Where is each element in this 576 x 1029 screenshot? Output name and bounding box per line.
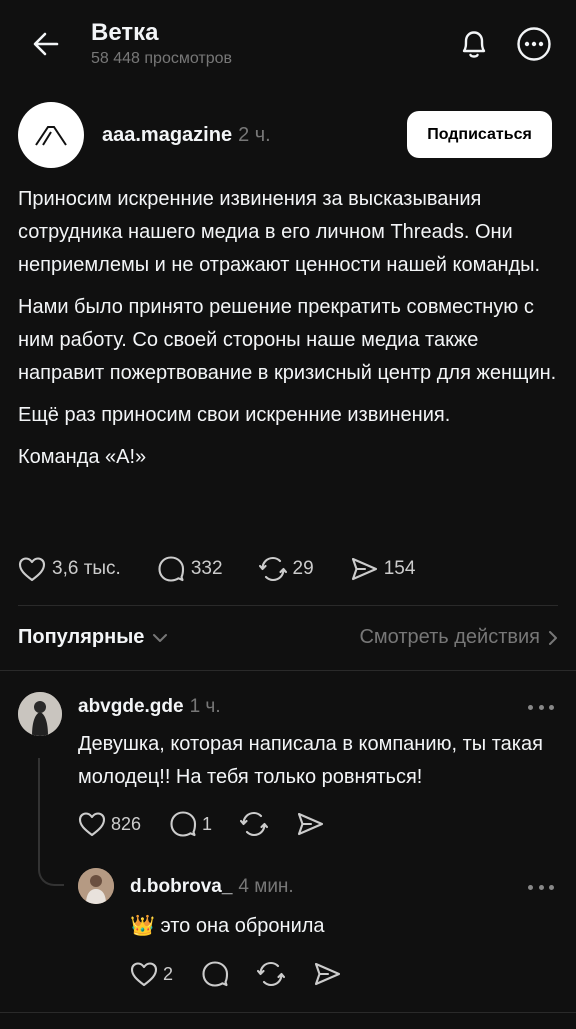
view-activity-link[interactable]: Смотреть действия <box>359 626 558 649</box>
more-circle-icon <box>517 27 551 61</box>
avatar-photo-icon <box>78 868 114 904</box>
comment-text: 👑 это она обронила <box>130 910 550 943</box>
comment-more-button[interactable] <box>528 882 554 892</box>
send-icon <box>314 962 341 986</box>
comment-actions: 826 1 <box>78 810 352 838</box>
share-count: 154 <box>383 558 416 579</box>
heart-icon <box>78 812 106 837</box>
more-options-button[interactable] <box>514 24 554 64</box>
share-button[interactable] <box>313 961 341 987</box>
comment-text: Девушка, которая написала в компанию, ты… <box>78 733 543 788</box>
magazine-logo-icon <box>35 126 67 146</box>
repost-icon <box>240 811 269 837</box>
top-bar: Ветка 58 448 просмотров <box>0 0 576 88</box>
repost-button[interactable] <box>257 960 286 988</box>
commenter-avatar[interactable] <box>78 868 114 904</box>
sort-row: Популярные Смотреть действия <box>18 626 558 649</box>
post-actions: 3,6 тыс. 332 29 154 <box>18 552 451 586</box>
commenter-avatar[interactable] <box>18 692 62 736</box>
like-count: 2 <box>163 963 174 984</box>
sort-label: Популярные <box>18 626 145 648</box>
share-button[interactable]: 154 <box>350 556 416 582</box>
views-count: 58 448 просмотров <box>91 50 233 67</box>
send-icon <box>298 812 324 836</box>
follow-button[interactable]: Подписаться <box>407 111 552 158</box>
repost-icon <box>258 556 287 582</box>
arrow-left-icon <box>33 32 59 56</box>
like-count: 826 <box>111 813 142 834</box>
post-paragraph: Нами было принято решение прекратить сов… <box>18 296 557 384</box>
like-count: 3,6 тыс. <box>52 558 121 579</box>
post-paragraph: Команда «А!» <box>18 446 147 468</box>
comment-author-line: abvgde.gde 1 ч. <box>78 696 221 718</box>
comment-time: 1 ч. <box>189 696 221 717</box>
author-avatar[interactable] <box>18 102 84 168</box>
divider <box>0 1012 576 1013</box>
comment-bubble-icon <box>202 961 229 987</box>
chevron-right-icon <box>549 630 557 645</box>
comment-author[interactable]: abvgde.gde <box>78 696 184 717</box>
comment-time: 4 мин. <box>238 876 294 897</box>
repost-button[interactable] <box>240 810 269 838</box>
bell-icon <box>462 31 486 58</box>
repost-button[interactable]: 29 <box>258 555 314 583</box>
reply-button[interactable] <box>201 960 229 988</box>
reply-count: 332 <box>190 558 223 579</box>
like-button[interactable]: 826 <box>78 811 141 837</box>
post-time: 2 ч. <box>238 124 271 146</box>
share-button[interactable] <box>296 811 324 837</box>
comment-bubble-icon <box>158 556 184 582</box>
heart-icon <box>130 962 158 987</box>
sort-dropdown[interactable]: Популярные <box>18 626 168 649</box>
chevron-down-icon <box>153 633 168 642</box>
send-icon <box>351 557 377 581</box>
reply-count: 1 <box>202 813 213 834</box>
repost-icon <box>257 961 286 987</box>
divider <box>18 605 558 606</box>
repost-count: 29 <box>292 558 314 579</box>
comment-author[interactable]: d.bobrova_ <box>130 876 232 897</box>
like-button[interactable]: 3,6 тыс. <box>18 556 121 582</box>
like-button[interactable]: 2 <box>130 961 173 987</box>
comment-bubble-icon <box>170 811 197 837</box>
avatar-photo-icon <box>18 692 62 736</box>
comment-more-button[interactable] <box>528 702 554 712</box>
comment-actions: 2 <box>130 960 369 988</box>
notifications-button[interactable] <box>454 24 494 64</box>
thread-connector <box>38 758 64 886</box>
post-paragraph: Ещё раз приносим свои искренние извинени… <box>18 404 451 426</box>
author-name[interactable]: aaa.magazine <box>102 124 232 146</box>
crown-emoji: 👑 <box>130 915 155 937</box>
post-paragraph: Приносим искренние извинения за высказыв… <box>18 188 541 276</box>
reply-button[interactable]: 332 <box>157 555 223 583</box>
page-title: Ветка <box>91 19 159 46</box>
comment-author-line: d.bobrova_ 4 мин. <box>130 876 294 898</box>
comment-text-body: это она обронила <box>160 915 325 937</box>
view-activity-label: Смотреть действия <box>359 626 540 648</box>
back-button[interactable] <box>26 24 66 64</box>
title-block: Ветка 58 448 просмотров <box>91 18 232 68</box>
divider <box>0 670 576 671</box>
reply-button[interactable]: 1 <box>169 810 212 838</box>
author-line: aaa.magazine 2 ч. <box>102 124 271 147</box>
post-text: Приносим искренние извинения за высказыв… <box>18 183 558 483</box>
heart-icon <box>18 557 46 582</box>
